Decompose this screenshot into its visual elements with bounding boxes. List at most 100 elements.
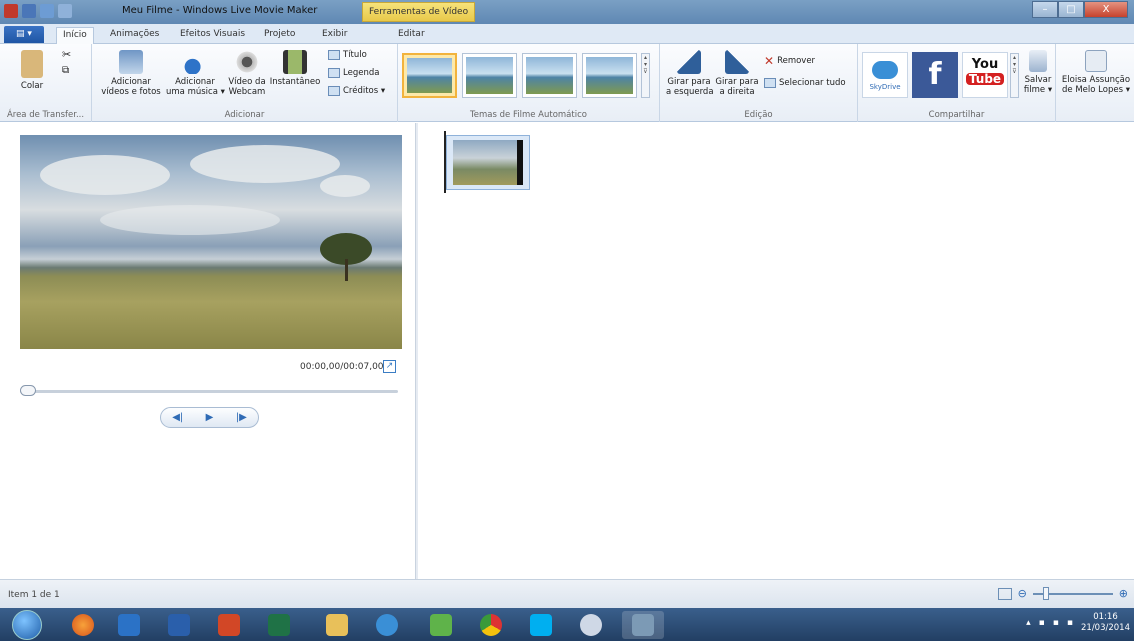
title-label: Título: [343, 50, 367, 60]
status-bar: Item 1 de 1 ⊖ ⊕: [0, 579, 1134, 608]
music-note-icon: [183, 50, 207, 74]
window-controls: – □ X: [1032, 1, 1128, 18]
select-all-icon: [764, 78, 776, 88]
rotate-right-icon: [725, 50, 749, 74]
seek-thumb[interactable]: [20, 385, 36, 396]
clipboard-icon: [21, 50, 43, 78]
system-tray: ▴ ▪ ▪ ▪ 01:16 21/03/2014: [1026, 612, 1130, 634]
remove-button[interactable]: ✕ Remover: [764, 54, 815, 68]
group-label-edicao: Edição: [744, 110, 773, 120]
webcam-video-button[interactable]: Vídeo da Webcam: [226, 50, 268, 97]
theme-thumbnail-2[interactable]: [462, 53, 517, 98]
taskbar-excel-icon[interactable]: [258, 611, 300, 639]
clip-thumbnail[interactable]: [446, 135, 530, 190]
play-icon[interactable]: ▶: [206, 412, 214, 423]
user-name-line-2: de Melo Lopes ▾: [1062, 85, 1130, 95]
user-avatar-icon: [1085, 50, 1107, 72]
video-preview[interactable]: [20, 135, 402, 349]
tray-network-icon[interactable]: ▪: [1039, 618, 1045, 628]
theme-thumbnail-3[interactable]: [522, 53, 577, 98]
add-videos-photos-button[interactable]: Adicionar vídeos e fotos: [98, 50, 164, 97]
quick-access-toolbar: [4, 4, 72, 18]
tray-arrow-icon[interactable]: ▴: [1026, 618, 1031, 628]
theme-thumbnail-1[interactable]: [402, 53, 457, 98]
cut-icon[interactable]: ✂: [62, 49, 71, 60]
group-compartilhar: SkyDrive f You Tube ▴ ▾ ⊽ Salvar filme ▾ C…: [858, 44, 1056, 122]
app-icon[interactable]: [4, 4, 18, 18]
rotate-right-label-1: Girar para: [715, 77, 759, 87]
save-icon[interactable]: [22, 4, 36, 18]
user-account-button[interactable]: Eloisa Assunção de Melo Lopes ▾: [1060, 50, 1132, 95]
save-movie-button[interactable]: Salvar filme ▾: [1022, 50, 1054, 95]
theme-thumbnail-4[interactable]: [582, 53, 637, 98]
facebook-button[interactable]: f: [912, 52, 958, 98]
taskbar-word-icon[interactable]: [158, 611, 200, 639]
group-clipboard: Colar ✂ ⧉ Área de Transfer...: [0, 44, 92, 122]
taskbar-messenger-icon[interactable]: [420, 611, 462, 639]
save-movie-label-2: filme ▾: [1023, 85, 1053, 95]
time-display: 00:00,00/00:07,00: [300, 362, 384, 372]
share-gallery-scroll[interactable]: ▴ ▾ ⊽: [1010, 53, 1019, 98]
taskbar-skype-icon[interactable]: [520, 611, 562, 639]
file-menu-button[interactable]: ▤ ▾: [4, 26, 44, 43]
close-button[interactable]: X: [1084, 1, 1128, 18]
thumbnail-size-icon[interactable]: [997, 587, 1012, 600]
credits-label: Créditos ▾: [343, 86, 386, 96]
taskbar-movie-maker-icon[interactable]: [622, 611, 664, 639]
title-button[interactable]: Título: [328, 50, 367, 60]
redo-icon[interactable]: [58, 4, 72, 18]
taskbar-explorer-icon[interactable]: [316, 611, 358, 639]
rotate-right-button[interactable]: Girar para a direita: [714, 50, 760, 97]
zoom-slider[interactable]: [1032, 586, 1113, 600]
tray-volume-icon[interactable]: ▪: [1053, 618, 1059, 628]
playhead[interactable]: [444, 131, 446, 193]
youtube-button[interactable]: You Tube: [962, 52, 1008, 98]
undo-icon[interactable]: [40, 4, 54, 18]
select-all-label: Selecionar tudo: [779, 78, 846, 88]
previous-frame-icon[interactable]: ◀|: [172, 412, 183, 423]
tab-editar[interactable]: Editar: [392, 27, 431, 44]
rotate-left-label-1: Girar para: [667, 77, 711, 87]
maximize-button[interactable]: □: [1058, 1, 1084, 18]
caption-button[interactable]: Legenda: [328, 68, 379, 78]
add-music-button[interactable]: Adicionar uma música ▾: [166, 50, 225, 97]
start-button[interactable]: [12, 610, 42, 640]
tab-inicio[interactable]: Início: [56, 27, 94, 44]
tab-projeto[interactable]: Projeto: [258, 27, 301, 44]
credits-button[interactable]: Créditos ▾: [328, 86, 385, 96]
expand-icon[interactable]: ↗: [383, 360, 396, 373]
rotate-right-label-2: a direita: [719, 87, 755, 97]
taskbar-powerpoint-icon[interactable]: [208, 611, 250, 639]
rotate-left-button[interactable]: Girar para a esquerda: [666, 50, 714, 97]
taskbar-clock[interactable]: 01:16 21/03/2014: [1081, 612, 1130, 634]
tab-efeitos-visuais[interactable]: Efeitos Visuais: [174, 27, 251, 44]
zoom-out-icon[interactable]: ⊖: [1018, 587, 1027, 600]
copy-icon[interactable]: ⧉: [62, 66, 69, 76]
skydrive-cloud-icon: [872, 61, 898, 79]
snapshot-button[interactable]: Instantâneo: [268, 50, 322, 87]
tray-power-icon[interactable]: ▪: [1067, 618, 1073, 628]
paste-button[interactable]: Colar: [10, 50, 54, 91]
taskbar-firefox-icon[interactable]: [62, 611, 104, 639]
minimize-button[interactable]: –: [1032, 1, 1058, 18]
seek-bar[interactable]: [20, 390, 398, 393]
themes-gallery-scroll[interactable]: ▴ ▾ ⊽: [641, 53, 650, 98]
taskbar-media-player-icon[interactable]: [108, 611, 150, 639]
youtube-label-bottom: Tube: [965, 73, 1005, 85]
skydrive-button[interactable]: SkyDrive: [862, 52, 908, 98]
clock-date: 21/03/2014: [1081, 623, 1130, 633]
tab-exibir[interactable]: Exibir: [316, 27, 353, 44]
taskbar-paint-icon[interactable]: [570, 611, 612, 639]
taskbar-chrome-icon[interactable]: [470, 611, 512, 639]
group-label-adicionar: Adicionar: [224, 110, 265, 120]
group-label-temas: Temas de Filme Automático: [470, 110, 587, 120]
next-frame-icon[interactable]: |▶: [236, 412, 247, 423]
zoom-in-icon[interactable]: ⊕: [1119, 587, 1128, 600]
preview-pane: 00:00,00/00:07,00 ↗ ◀| ▶ |▶: [0, 123, 415, 579]
tab-animacoes[interactable]: Animações: [104, 27, 165, 44]
taskbar-ie-icon[interactable]: [366, 611, 408, 639]
select-all-button[interactable]: Selecionar tudo: [764, 78, 846, 88]
group-edicao: Girar para a esquerda Girar para a direi…: [660, 44, 858, 122]
zoom-slider-knob[interactable]: [1042, 586, 1049, 600]
taskbar: ▴ ▪ ▪ ▪ 01:16 21/03/2014: [0, 608, 1134, 641]
